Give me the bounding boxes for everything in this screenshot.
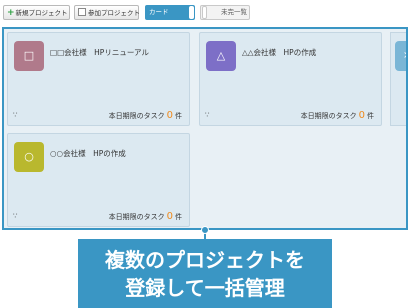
task-label: 本日期限のタスク bbox=[300, 112, 357, 120]
menu-dots-icon[interactable]: ∵ bbox=[205, 111, 210, 119]
task-count: 0 bbox=[358, 110, 365, 121]
card-view-label: カード bbox=[149, 8, 169, 16]
incomplete-list-label: 未完一覧 bbox=[221, 8, 247, 16]
project-board: □ □□会社様 HPリニューアル ∵ 本日期限のタスク 0 件 △ △△会社様 HP… bbox=[2, 27, 408, 230]
due-today-tasks: 本日期限のタスク 0 件 bbox=[109, 211, 182, 222]
task-unit: 件 bbox=[175, 213, 182, 221]
menu-dots-icon[interactable]: ∵ bbox=[13, 111, 18, 119]
task-count: 0 bbox=[166, 211, 173, 222]
task-unit: 件 bbox=[367, 112, 374, 120]
project-title: ○○会社様 HPの作成 bbox=[50, 149, 126, 158]
incomplete-list-toggle[interactable]: 未完一覧 bbox=[200, 5, 250, 20]
task-label: 本日期限のタスク bbox=[108, 213, 165, 221]
task-label: 本日期限のタスク bbox=[108, 112, 165, 120]
project-title: □□会社様 HPリニューアル bbox=[50, 48, 149, 57]
project-card[interactable]: ○ ○○会社様 HPの作成 ∵ 本日期限のタスク 0 件 bbox=[7, 133, 190, 227]
callout-dot bbox=[201, 226, 209, 234]
project-icon: × bbox=[395, 41, 406, 71]
join-project-button[interactable]: 参加プロジェクト bbox=[74, 5, 140, 20]
project-icon: ○ bbox=[14, 142, 44, 172]
card-view-toggle[interactable]: カード bbox=[145, 5, 195, 20]
new-project-label: 新規プロジェクト bbox=[15, 9, 68, 17]
project-icon: △ bbox=[206, 41, 236, 71]
project-card-partial[interactable]: × bbox=[390, 32, 406, 126]
join-project-label: 参加プロジェクト bbox=[88, 9, 140, 17]
due-today-tasks: 本日期限のタスク 0 件 bbox=[109, 110, 182, 121]
toggle-knob bbox=[189, 6, 194, 19]
project-card[interactable]: □ □□会社様 HPリニューアル ∵ 本日期限のタスク 0 件 bbox=[7, 32, 190, 126]
toggle-knob bbox=[202, 6, 207, 19]
project-title: △△会社様 HPの作成 bbox=[242, 48, 317, 57]
checkbox-icon bbox=[78, 8, 86, 16]
task-count: 0 bbox=[166, 110, 173, 121]
project-card[interactable]: △ △△会社様 HPの作成 ∵ 本日期限のタスク 0 件 bbox=[199, 32, 382, 126]
project-icon: □ bbox=[14, 41, 44, 71]
plus-icon: + bbox=[7, 8, 15, 18]
menu-dots-icon[interactable]: ∵ bbox=[13, 212, 18, 220]
caption-line-2: 登録して一括管理 bbox=[125, 276, 285, 300]
new-project-button[interactable]: +新規プロジェクト bbox=[3, 5, 70, 20]
due-today-tasks: 本日期限のタスク 0 件 bbox=[301, 110, 374, 121]
caption-line-1: 複数のプロジェクトを bbox=[105, 248, 305, 272]
toolbar: +新規プロジェクト 参加プロジェクト カード 未完一覧 bbox=[0, 0, 410, 26]
callout-caption: 複数のプロジェクトを 登録して一括管理 bbox=[78, 239, 332, 308]
task-unit: 件 bbox=[175, 112, 182, 120]
